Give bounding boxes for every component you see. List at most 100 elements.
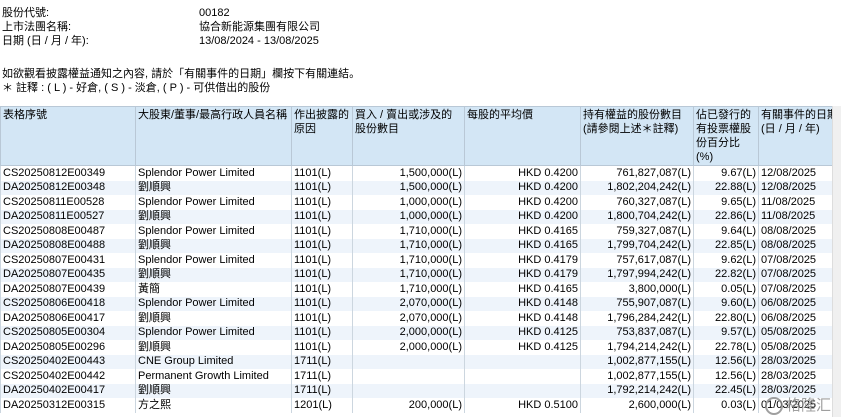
cell-form[interactable]: CS20250811E00528: [0, 195, 136, 210]
cell-date[interactable]: 05/08/2025: [758, 340, 841, 355]
cell-name: Permanent Growth Limited: [135, 369, 292, 384]
cell-name: 劉順興: [135, 267, 292, 282]
cell-reason: 1101(L): [291, 209, 353, 224]
cell-date[interactable]: 05/08/2025: [758, 325, 841, 340]
cell-held: 1,002,877,155(L): [580, 369, 694, 384]
cell-form[interactable]: DA20250807E00435: [0, 267, 136, 282]
cell-form[interactable]: DA20250312E00315: [0, 398, 136, 413]
cell-shares: [352, 383, 465, 398]
cell-date[interactable]: 06/08/2025: [758, 296, 841, 311]
notes: 如欲觀看披露權益通知之內容, 請於「有關事件的日期」欄按下有關連結。 ＊ 註釋 …: [2, 67, 360, 95]
table-row: DA20250808E00488 劉順興 1101(L) 1,710,000(L) HK…: [0, 238, 841, 253]
watermark: 格隆汇: [764, 394, 831, 415]
cell-name: 劉順興: [135, 311, 292, 326]
cell-shares: 1,000,000(L): [352, 195, 465, 210]
cell-date[interactable]: 28/03/2025: [758, 354, 841, 369]
cell-reason: 1101(L): [291, 195, 353, 210]
cell-shares: 1,000,000(L): [352, 209, 465, 224]
cell-price: HKD 0.4179: [464, 253, 581, 268]
cell-form[interactable]: DA20250811E00527: [0, 209, 136, 224]
cell-held: 755,907,087(L): [580, 296, 694, 311]
info-row: 日期 (日 / 月 / 年): 13/08/2024 - 13/08/2025: [2, 34, 320, 48]
cell-form[interactable]: DA20250807E00439: [0, 282, 136, 297]
cell-form[interactable]: DA20250806E00417: [0, 311, 136, 326]
cell-form[interactable]: DA20250808E00488: [0, 238, 136, 253]
disclosure-table: 表格序號 大股東/董事/最高行政人員名稱 作出披露的原因 買入 / 賣出或涉及的股份數…: [0, 106, 841, 413]
cell-price: [464, 354, 581, 369]
cell-held: 760,327,087(L): [580, 195, 694, 210]
cell-shares: [352, 369, 465, 384]
cell-price: HKD 0.4200: [464, 165, 581, 181]
watermark-text: 格隆汇: [785, 396, 831, 414]
cell-held: 1,794,214,242(L): [580, 340, 694, 355]
cell-date[interactable]: 07/08/2025: [758, 253, 841, 268]
info-label: 股份代號:: [2, 7, 50, 19]
cell-date[interactable]: 08/08/2025: [758, 238, 841, 253]
cell-form[interactable]: CS20250812E00349: [0, 165, 136, 181]
cell-pct: 9.60(L): [693, 296, 759, 311]
cell-reason: 1101(L): [291, 253, 353, 268]
cell-pct: 22.86(L): [693, 209, 759, 224]
cell-held: 759,327,087(L): [580, 224, 694, 239]
cell-form[interactable]: CS20250808E00487: [0, 224, 136, 239]
cell-pct: 22.80(L): [693, 311, 759, 326]
cell-form[interactable]: CS20250807E00431: [0, 253, 136, 268]
cell-price: HKD 0.4148: [464, 296, 581, 311]
cell-date[interactable]: 07/08/2025: [758, 267, 841, 282]
cell-held: 1,797,994,242(L): [580, 267, 694, 282]
cell-pct: 9.64(L): [693, 224, 759, 239]
cell-date[interactable]: 11/08/2025: [758, 195, 841, 210]
info-value: 13/08/2024 - 13/08/2025: [199, 35, 319, 47]
notes-line1: 如欲觀看披露權益通知之內容, 請於「有關事件的日期」欄按下有關連結。: [2, 68, 361, 80]
cell-form[interactable]: DA20250402E00417: [0, 383, 136, 398]
cell-date[interactable]: 08/08/2025: [758, 224, 841, 239]
cell-held: 761,827,087(L): [580, 165, 694, 181]
cell-name: 劉順興: [135, 180, 292, 195]
cell-shares: 1,710,000(L): [352, 253, 465, 268]
cell-date[interactable]: 12/08/2025: [758, 165, 841, 181]
watermark-logo-icon: [764, 397, 783, 415]
cell-name: CNE Group Limited: [135, 354, 292, 369]
vertical-scrollbar[interactable]: [832, 106, 841, 417]
cell-form[interactable]: CS20250402E00442: [0, 369, 136, 384]
cell-form[interactable]: DA20250805E00296: [0, 340, 136, 355]
cell-held: 757,617,087(L): [580, 253, 694, 268]
cell-shares: 1,710,000(L): [352, 282, 465, 297]
info-row: 上市法團名稱: 協合新能源集團有限公司: [2, 20, 320, 34]
cell-held: 1,800,704,242(L): [580, 209, 694, 224]
column-header: 大股東/董事/最高行政人員名稱: [135, 106, 292, 166]
notes-line2: ＊ 註釋 : ( L ) - 好倉, ( S ) - 淡倉, ( P ) - 可…: [2, 82, 271, 94]
cell-pct: 12.56(L): [693, 369, 759, 384]
cell-form[interactable]: CS20250806E00418: [0, 296, 136, 311]
table-row: DA20250807E00435 劉順興 1101(L) 1,710,000(L) HK…: [0, 267, 841, 282]
cell-date[interactable]: 28/03/2025: [758, 369, 841, 384]
cell-name: 黃簡: [135, 282, 292, 297]
info-row: 股份代號: 00182: [2, 6, 320, 20]
cell-pct: 9.67(L): [693, 165, 759, 181]
cell-date[interactable]: 07/08/2025: [758, 282, 841, 297]
cell-form[interactable]: DA20250812E00348: [0, 180, 136, 195]
table-header-row: 表格序號 大股東/董事/最高行政人員名稱 作出披露的原因 買入 / 賣出或涉及的股份數…: [0, 106, 841, 166]
cell-name: Splendor Power Limited: [135, 224, 292, 239]
cell-reason: 1101(L): [291, 165, 353, 181]
cell-shares: 2,000,000(L): [352, 325, 465, 340]
column-header: 有關事件的日期 (日 / 月 / 年): [758, 106, 841, 166]
cell-reason: 1201(L): [291, 398, 353, 413]
cell-price: HKD 0.4165: [464, 224, 581, 239]
cell-price: HKD 0.4179: [464, 267, 581, 282]
cell-name: 劉順興: [135, 383, 292, 398]
cell-pct: 22.88(L): [693, 180, 759, 195]
cell-shares: 2,070,000(L): [352, 296, 465, 311]
cell-price: HKD 0.4200: [464, 195, 581, 210]
cell-form[interactable]: CS20250805E00304: [0, 325, 136, 340]
info-value: 協合新能源集團有限公司: [199, 21, 320, 33]
cell-date[interactable]: 11/08/2025: [758, 209, 841, 224]
cell-form[interactable]: CS20250402E00443: [0, 354, 136, 369]
cell-reason: 1101(L): [291, 282, 353, 297]
cell-name: Splendor Power Limited: [135, 195, 292, 210]
cell-held: 1,796,284,242(L): [580, 311, 694, 326]
column-header: 持有權益的股份數目 (請參閱上述＊註釋): [580, 106, 694, 166]
cell-reason: 1101(L): [291, 180, 353, 195]
cell-date[interactable]: 12/08/2025: [758, 180, 841, 195]
cell-date[interactable]: 06/08/2025: [758, 311, 841, 326]
